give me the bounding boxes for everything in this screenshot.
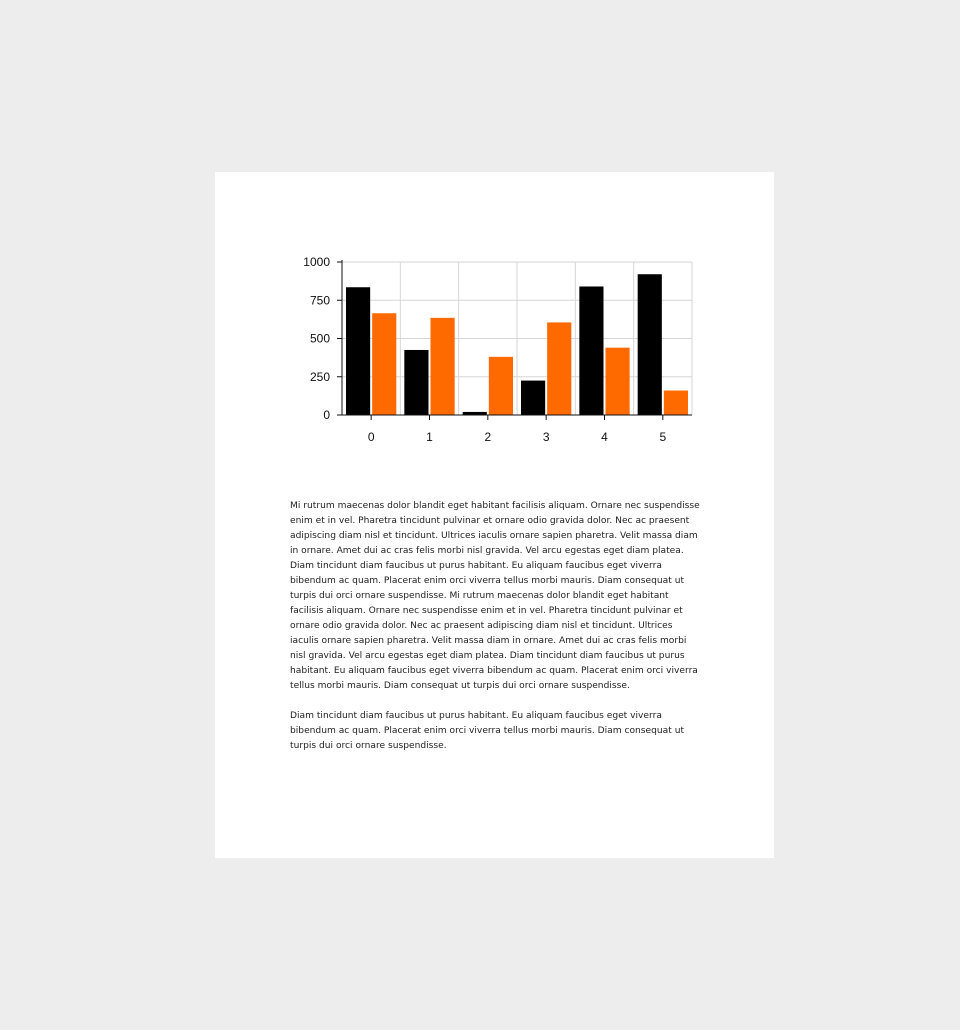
document-page: 0 250 500 750 1000 0 1 2 3 4 5 Mi rutrum maecenas …	[215, 172, 774, 858]
y-tick-label-2: 500	[310, 332, 330, 346]
x-tick-label-4: 4	[601, 430, 608, 444]
y-tick-label-4: 1000	[303, 255, 330, 269]
bar-s0-5	[637, 274, 662, 415]
x-tick-label-3: 3	[543, 430, 550, 444]
bar-chart-svg: 0 250 500 750 1000 0 1 2 3 4 5	[303, 255, 693, 444]
bar-s0-3	[521, 380, 546, 415]
paragraph-2: Diam tincidunt diam faucibus ut purus ha…	[290, 711, 685, 751]
bar-s1-4	[605, 347, 630, 415]
x-tick-label-0: 0	[368, 430, 375, 444]
bar-s1-1	[430, 317, 455, 415]
bar-s1-2	[488, 356, 513, 415]
x-tick-label-1: 1	[426, 430, 433, 444]
bar-s1-0	[372, 313, 397, 415]
bar-s0-0	[346, 287, 371, 415]
bar-chart: 0 250 500 750 1000 0 1 2 3 4 5	[295, 254, 715, 454]
body-text: Mi rutrum maecenas dolor blandit eget ha…	[290, 499, 700, 769]
x-tick-label-2: 2	[484, 430, 491, 444]
y-tick-label-0: 0	[323, 408, 330, 422]
y-tick-label-1: 250	[310, 370, 330, 384]
bar-s1-5	[663, 390, 688, 415]
y-tick-label-3: 750	[310, 293, 330, 307]
bar-s1-3	[547, 322, 572, 415]
bar-s0-1	[404, 349, 429, 415]
bar-s0-4	[579, 286, 604, 415]
paragraph-1: Mi rutrum maecenas dolor blandit eget ha…	[290, 501, 700, 691]
x-tick-label-5: 5	[659, 430, 666, 444]
